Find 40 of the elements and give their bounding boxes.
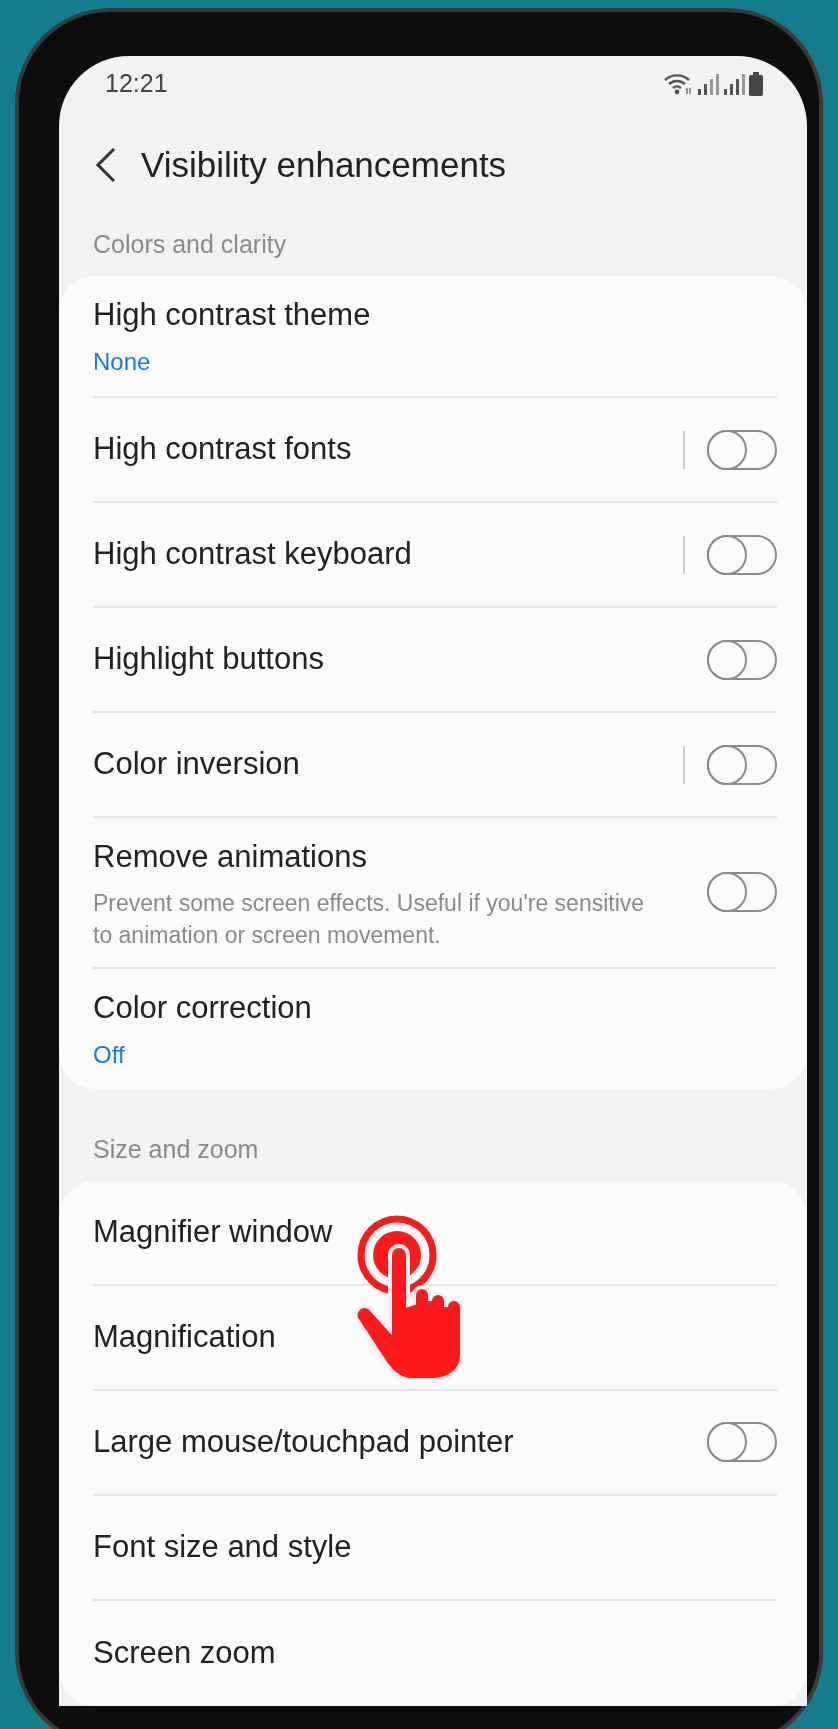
settings-item[interactable]: Font size and style (93, 1495, 777, 1601)
item-title: Magnifier window (93, 1213, 334, 1252)
settings-item[interactable]: Remove animations Prevent some screen effects. Useful if you're sensitive to animation or screen movement. (93, 818, 777, 969)
section-header: Colors and clarity (92, 229, 288, 260)
back-icon[interactable] (95, 147, 117, 183)
settings-item[interactable]: Color correction Off (93, 968, 777, 1090)
item-title: Large mouse/touchpad pointer (93, 1423, 515, 1462)
toggle-switch[interactable] (707, 429, 777, 470)
settings-item[interactable]: High contrast fonts (93, 398, 777, 503)
settings-item[interactable]: Screen zoom (93, 1600, 777, 1706)
battery-icon (749, 72, 763, 96)
settings-item[interactable]: Highlight buttons (93, 608, 777, 713)
signal-icon (723, 72, 745, 96)
item-title: Screen zoom (93, 1634, 277, 1673)
wifi-icon (663, 72, 693, 96)
settings-item[interactable]: Large mouse/touchpad pointer (93, 1390, 777, 1496)
signal-icon (697, 72, 719, 96)
toggle-switch[interactable] (707, 744, 777, 785)
item-description: Prevent some screen effects. Useful if you're sensitive to animation or screen movement. (93, 888, 646, 950)
item-title: Color inversion (93, 745, 301, 784)
screen-title: Visibility enhancements (141, 143, 507, 186)
item-title: High contrast keyboard (93, 535, 413, 574)
item-title: Highlight buttons (93, 640, 325, 679)
status-time: 12:21 (105, 68, 168, 100)
item-value: None (93, 347, 152, 377)
item-title: Color correction (93, 988, 313, 1027)
item-title: High contrast theme (93, 295, 372, 334)
item-title: Remove animations (93, 838, 368, 876)
toggle-switch[interactable] (707, 639, 777, 680)
item-title: High contrast fonts (93, 430, 353, 469)
item-title: Magnification (93, 1318, 277, 1357)
item-title: Font size and style (93, 1528, 353, 1567)
toggle-switch[interactable] (707, 534, 777, 575)
section-header: Size and zoom (92, 1134, 260, 1166)
toggle-switch[interactable] (707, 1422, 777, 1463)
settings-item[interactable]: High contrast theme None (93, 275, 777, 398)
item-value: Off (93, 1040, 126, 1071)
settings-item[interactable]: Color inversion (93, 713, 777, 818)
settings-item[interactable]: High contrast keyboard (93, 503, 777, 608)
toggle-switch[interactable] (707, 872, 777, 913)
